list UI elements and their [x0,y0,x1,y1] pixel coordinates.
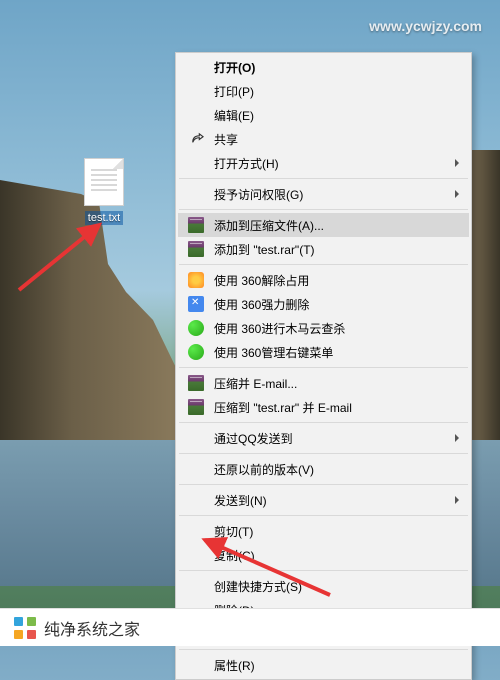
watermark-url: www.ycwjzy.com [369,18,482,34]
submenu-arrow-icon [455,159,459,167]
winrar-icon [186,373,206,393]
menu-360-rightmenu[interactable]: 使用 360管理右键菜单 [178,340,469,364]
menu-compress-to-email[interactable]: 压缩到 "test.rar" 并 E-mail [178,395,469,419]
submenu-arrow-icon [455,434,459,442]
share-icon [186,129,206,149]
menu-separator [179,453,468,454]
menu-properties[interactable]: 属性(R) [178,653,469,677]
menu-separator [179,570,468,571]
desktop-file[interactable]: test.txt [78,158,130,225]
menu-add-to-archive[interactable]: 添加到压缩文件(A)... [178,213,469,237]
winrar-icon [186,397,206,417]
360-scan-icon [186,318,206,338]
windows-logo-icon [14,617,36,639]
menu-send-via-qq[interactable]: 通过QQ发送到 [178,426,469,450]
menu-cut[interactable]: 剪切(T) [178,519,469,543]
footer-watermark-bar: 纯净系统之家 [0,608,500,646]
menu-separator [179,209,468,210]
submenu-arrow-icon [455,496,459,504]
360-forcedel-icon [186,294,206,314]
menu-edit[interactable]: 编辑(E) [178,103,469,127]
menu-separator [179,178,468,179]
menu-add-to-testrar[interactable]: 添加到 "test.rar"(T) [178,237,469,261]
360-unlock-icon [186,270,206,290]
menu-separator [179,367,468,368]
winrar-icon [186,239,206,259]
file-label: test.txt [85,211,123,225]
menu-restore-previous[interactable]: 还原以前的版本(V) [178,457,469,481]
menu-360-unlock[interactable]: 使用 360解除占用 [178,268,469,292]
submenu-arrow-icon [455,190,459,198]
winrar-icon [186,215,206,235]
menu-open-with[interactable]: 打开方式(H) [178,151,469,175]
menu-compress-email[interactable]: 压缩并 E-mail... [178,371,469,395]
text-file-icon [84,158,124,206]
menu-360-trojan[interactable]: 使用 360进行木马云查杀 [178,316,469,340]
menu-create-shortcut[interactable]: 创建快捷方式(S) [178,574,469,598]
menu-separator [179,422,468,423]
menu-separator [179,515,468,516]
menu-print[interactable]: 打印(P) [178,79,469,103]
menu-grant-access[interactable]: 授予访问权限(G) [178,182,469,206]
menu-send-to[interactable]: 发送到(N) [178,488,469,512]
menu-separator [179,484,468,485]
menu-open[interactable]: 打开(O) [178,55,469,79]
menu-360-forcedel[interactable]: 使用 360强力删除 [178,292,469,316]
menu-share[interactable]: 共享 [178,127,469,151]
360-menu-icon [186,342,206,362]
footer-text: 纯净系统之家 [44,616,140,640]
menu-separator [179,264,468,265]
context-menu: 打开(O) 打印(P) 编辑(E) 共享 打开方式(H) 授予访问权限(G) 添… [175,52,472,680]
menu-copy[interactable]: 复制(C) [178,543,469,567]
menu-separator [179,649,468,650]
